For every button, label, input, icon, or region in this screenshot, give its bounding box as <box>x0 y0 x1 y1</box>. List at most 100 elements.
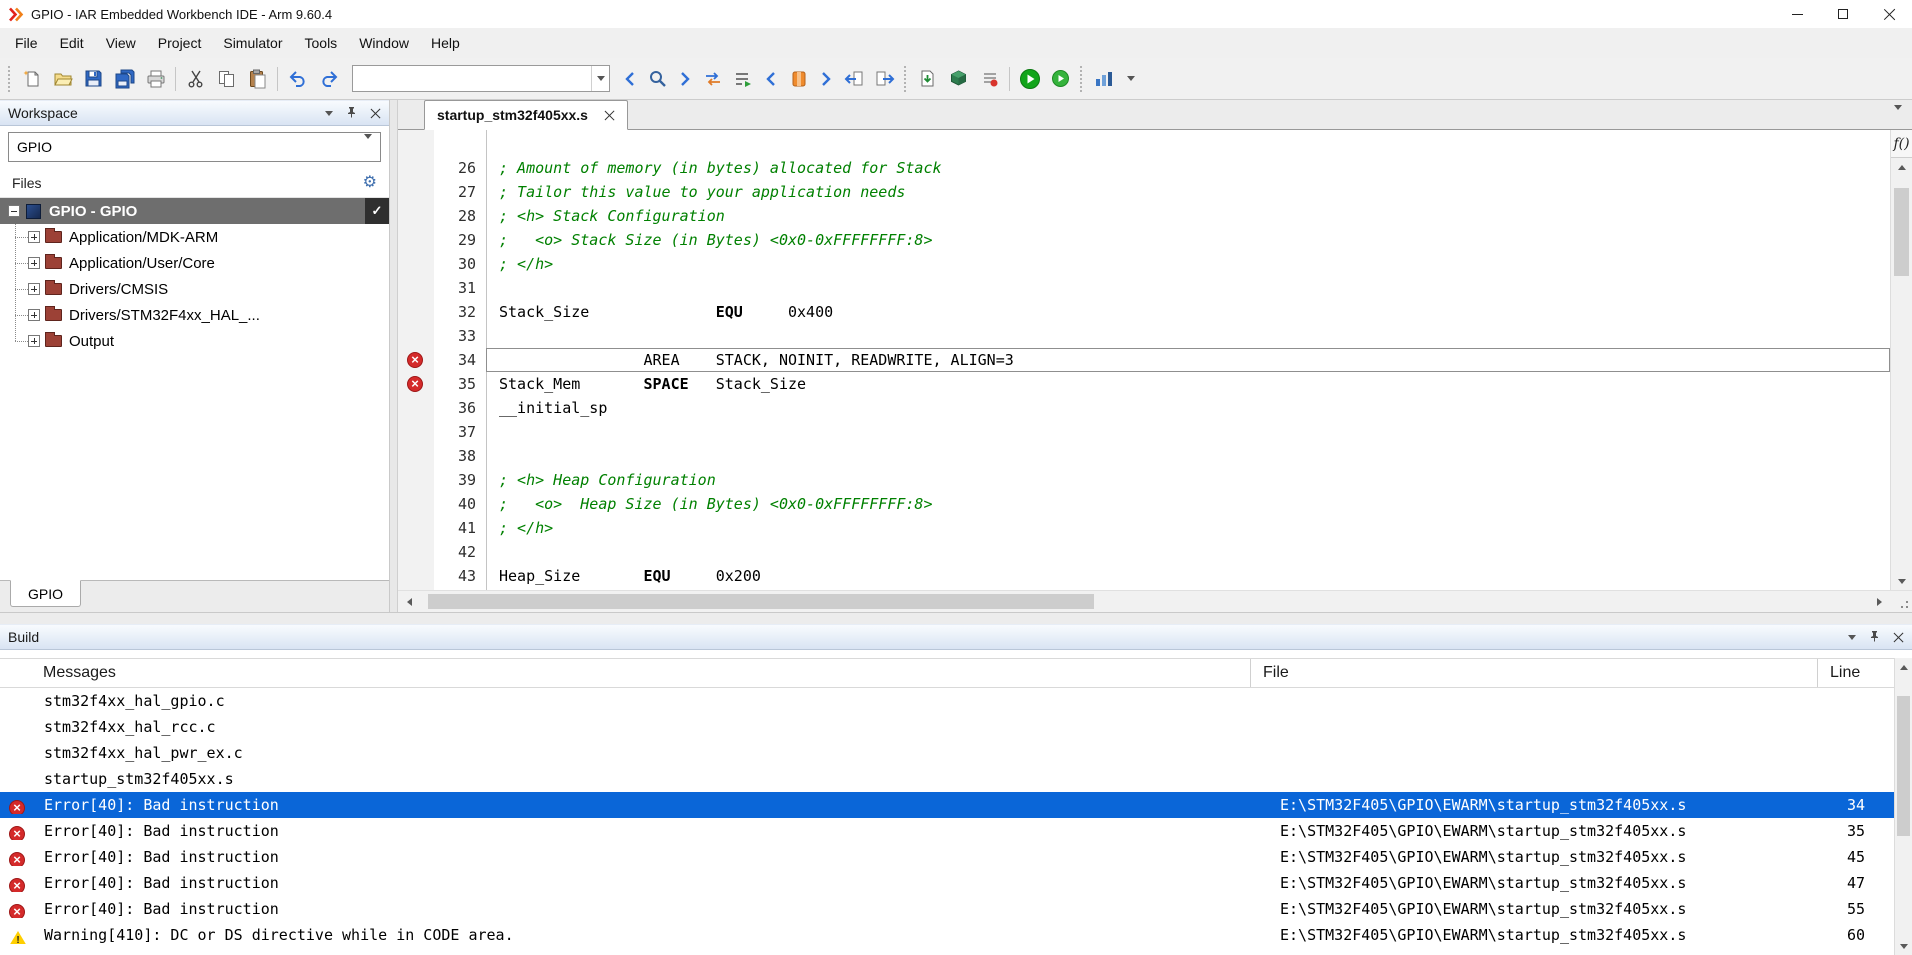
scroll-left-button[interactable] <box>398 591 420 612</box>
panel-menu-icon[interactable] <box>1848 635 1856 640</box>
gutter-cell[interactable] <box>398 444 434 468</box>
gutter-cell[interactable] <box>398 300 434 324</box>
scroll-up-button[interactable] <box>1891 158 1912 176</box>
new-document-button[interactable] <box>16 64 47 94</box>
code-text[interactable] <box>486 540 1890 564</box>
tree-item-application-mdk-arm[interactable]: Application/MDK-ARM <box>0 224 389 250</box>
code-text[interactable]: ; </h> <box>486 252 1890 276</box>
editor-tab-startup-stm32f405xx[interactable]: startup_stm32f405xx.s <box>424 100 628 130</box>
build-button[interactable] <box>943 64 974 94</box>
gutter-cell[interactable] <box>398 324 434 348</box>
tree-item-output[interactable]: Output <box>0 328 389 354</box>
vscroll-track[interactable] <box>1891 176 1912 572</box>
expand-icon[interactable] <box>28 309 40 321</box>
build-row[interactable]: Error[40]: Bad instructionE:\STM32F405\G… <box>0 818 1912 844</box>
toolbar-grip[interactable] <box>904 66 908 92</box>
code-text[interactable] <box>486 588 1890 590</box>
workspace-tab-gpio[interactable]: GPIO <box>10 580 81 607</box>
gutter-cell[interactable] <box>398 396 434 420</box>
code-text[interactable]: ; Amount of memory (in bytes) allocated … <box>486 156 1890 180</box>
debug-without-downloading-button[interactable] <box>1045 64 1076 94</box>
build-vscroll-track[interactable] <box>1895 676 1912 937</box>
menu-edit[interactable]: Edit <box>49 28 95 58</box>
gutter-cell[interactable] <box>398 156 434 180</box>
toolbar-grip[interactable] <box>8 66 12 92</box>
find-button[interactable] <box>642 64 673 94</box>
cut-button[interactable] <box>180 64 211 94</box>
open-button[interactable] <box>47 64 78 94</box>
code-text[interactable]: ; <h> Heap Configuration <box>486 468 1890 492</box>
gutter-cell[interactable] <box>398 516 434 540</box>
code-view[interactable]: 26; Amount of memory (in bytes) allocate… <box>398 130 1890 590</box>
scroll-up-button[interactable] <box>1895 658 1912 676</box>
code-line-30[interactable]: 30; </h> <box>398 252 1890 276</box>
build-row[interactable]: startup_stm32f405xx.s <box>0 766 1912 792</box>
paste-button[interactable] <box>242 64 273 94</box>
code-line-31[interactable]: 31 <box>398 276 1890 300</box>
code-text[interactable] <box>486 444 1890 468</box>
code-line-27[interactable]: 27; Tailor this value to your applicatio… <box>398 180 1890 204</box>
gutter-cell[interactable] <box>398 588 434 590</box>
gutter-cell[interactable] <box>398 492 434 516</box>
find-next-button[interactable] <box>673 64 697 94</box>
hscroll-thumb[interactable] <box>428 594 1094 609</box>
gutter-cell[interactable] <box>398 252 434 276</box>
code-line-35[interactable]: 35Stack_Mem SPACE Stack_Size <box>398 372 1890 396</box>
hscroll-track[interactable] <box>420 591 1868 612</box>
navigate-forward-button[interactable] <box>869 64 900 94</box>
expand-icon[interactable] <box>28 335 40 347</box>
build-row[interactable]: stm32f4xx_hal_gpio.c <box>0 688 1912 714</box>
tab-list-icon[interactable] <box>1894 110 1902 128</box>
code-line-26[interactable]: 26; Amount of memory (in bytes) allocate… <box>398 156 1890 180</box>
code-line-40[interactable]: 40; <o> Heap Size (in Bytes) <0x0-0xFFFF… <box>398 492 1890 516</box>
build-row[interactable]: stm32f4xx_hal_rcc.c <box>0 714 1912 740</box>
navigate-backward-button[interactable] <box>838 64 869 94</box>
close-panel-icon[interactable] <box>370 108 381 119</box>
menu-help[interactable]: Help <box>420 28 471 58</box>
resize-grip[interactable] <box>1890 591 1912 612</box>
code-text[interactable] <box>486 324 1890 348</box>
close-panel-icon[interactable] <box>1893 632 1904 643</box>
function-list-button[interactable]: f() <box>1891 130 1912 158</box>
panel-menu-icon[interactable] <box>325 111 333 116</box>
copy-button[interactable] <box>211 64 242 94</box>
tree-item-drivers-stm32f4xx-hal[interactable]: Drivers/STM32F4xx_HAL_... <box>0 302 389 328</box>
code-text[interactable]: ; Tailor this value to your application … <box>486 180 1890 204</box>
make-button[interactable] <box>912 64 943 94</box>
build-vscroll-thumb[interactable] <box>1897 696 1910 836</box>
minimize-button[interactable] <box>1774 0 1820 28</box>
column-header-file[interactable]: File <box>1250 659 1817 687</box>
gutter-cell[interactable] <box>398 204 434 228</box>
scroll-right-button[interactable] <box>1868 591 1890 612</box>
pin-icon[interactable] <box>346 105 357 121</box>
profiling-dropdown-button[interactable] <box>1119 64 1143 94</box>
code-text[interactable]: Heap_Size EQU 0x200 <box>486 564 1890 588</box>
code-line-37[interactable]: 37 <box>398 420 1890 444</box>
gutter-cell[interactable] <box>398 180 434 204</box>
gear-icon[interactable]: ⚙ <box>363 175 377 191</box>
code-line-38[interactable]: 38 <box>398 444 1890 468</box>
code-text[interactable]: ; </h> <box>486 516 1890 540</box>
scroll-down-button[interactable] <box>1895 937 1912 955</box>
gutter-cell[interactable] <box>398 276 434 300</box>
column-header-messages[interactable]: Messages <box>0 659 1250 687</box>
gutter-cell[interactable] <box>398 564 434 588</box>
tree-item-project-root[interactable]: GPIO - GPIO <box>0 198 389 224</box>
quick-search-input[interactable] <box>353 66 591 91</box>
toolbar-grip[interactable] <box>1080 66 1084 92</box>
gutter-cell[interactable] <box>398 348 434 372</box>
redo-button[interactable] <box>313 64 344 94</box>
expand-icon[interactable] <box>28 283 40 295</box>
editor-vscrollbar[interactable] <box>1891 158 1912 590</box>
build-vscrollbar[interactable] <box>1894 658 1912 955</box>
combo-dropdown-button[interactable] <box>591 66 609 91</box>
code-text[interactable]: Stack_Mem SPACE Stack_Size <box>486 372 1890 396</box>
expand-icon[interactable] <box>28 231 40 243</box>
tree-item-drivers-cmsis[interactable]: Drivers/CMSIS <box>0 276 389 302</box>
code-text[interactable]: ; <h> Stack Configuration <box>486 204 1890 228</box>
code-line-41[interactable]: 41; </h> <box>398 516 1890 540</box>
horizontal-splitter[interactable] <box>0 612 1912 624</box>
code-line-42[interactable]: 42 <box>398 540 1890 564</box>
save-all-button[interactable] <box>109 64 140 94</box>
gutter-cell[interactable] <box>398 372 434 396</box>
